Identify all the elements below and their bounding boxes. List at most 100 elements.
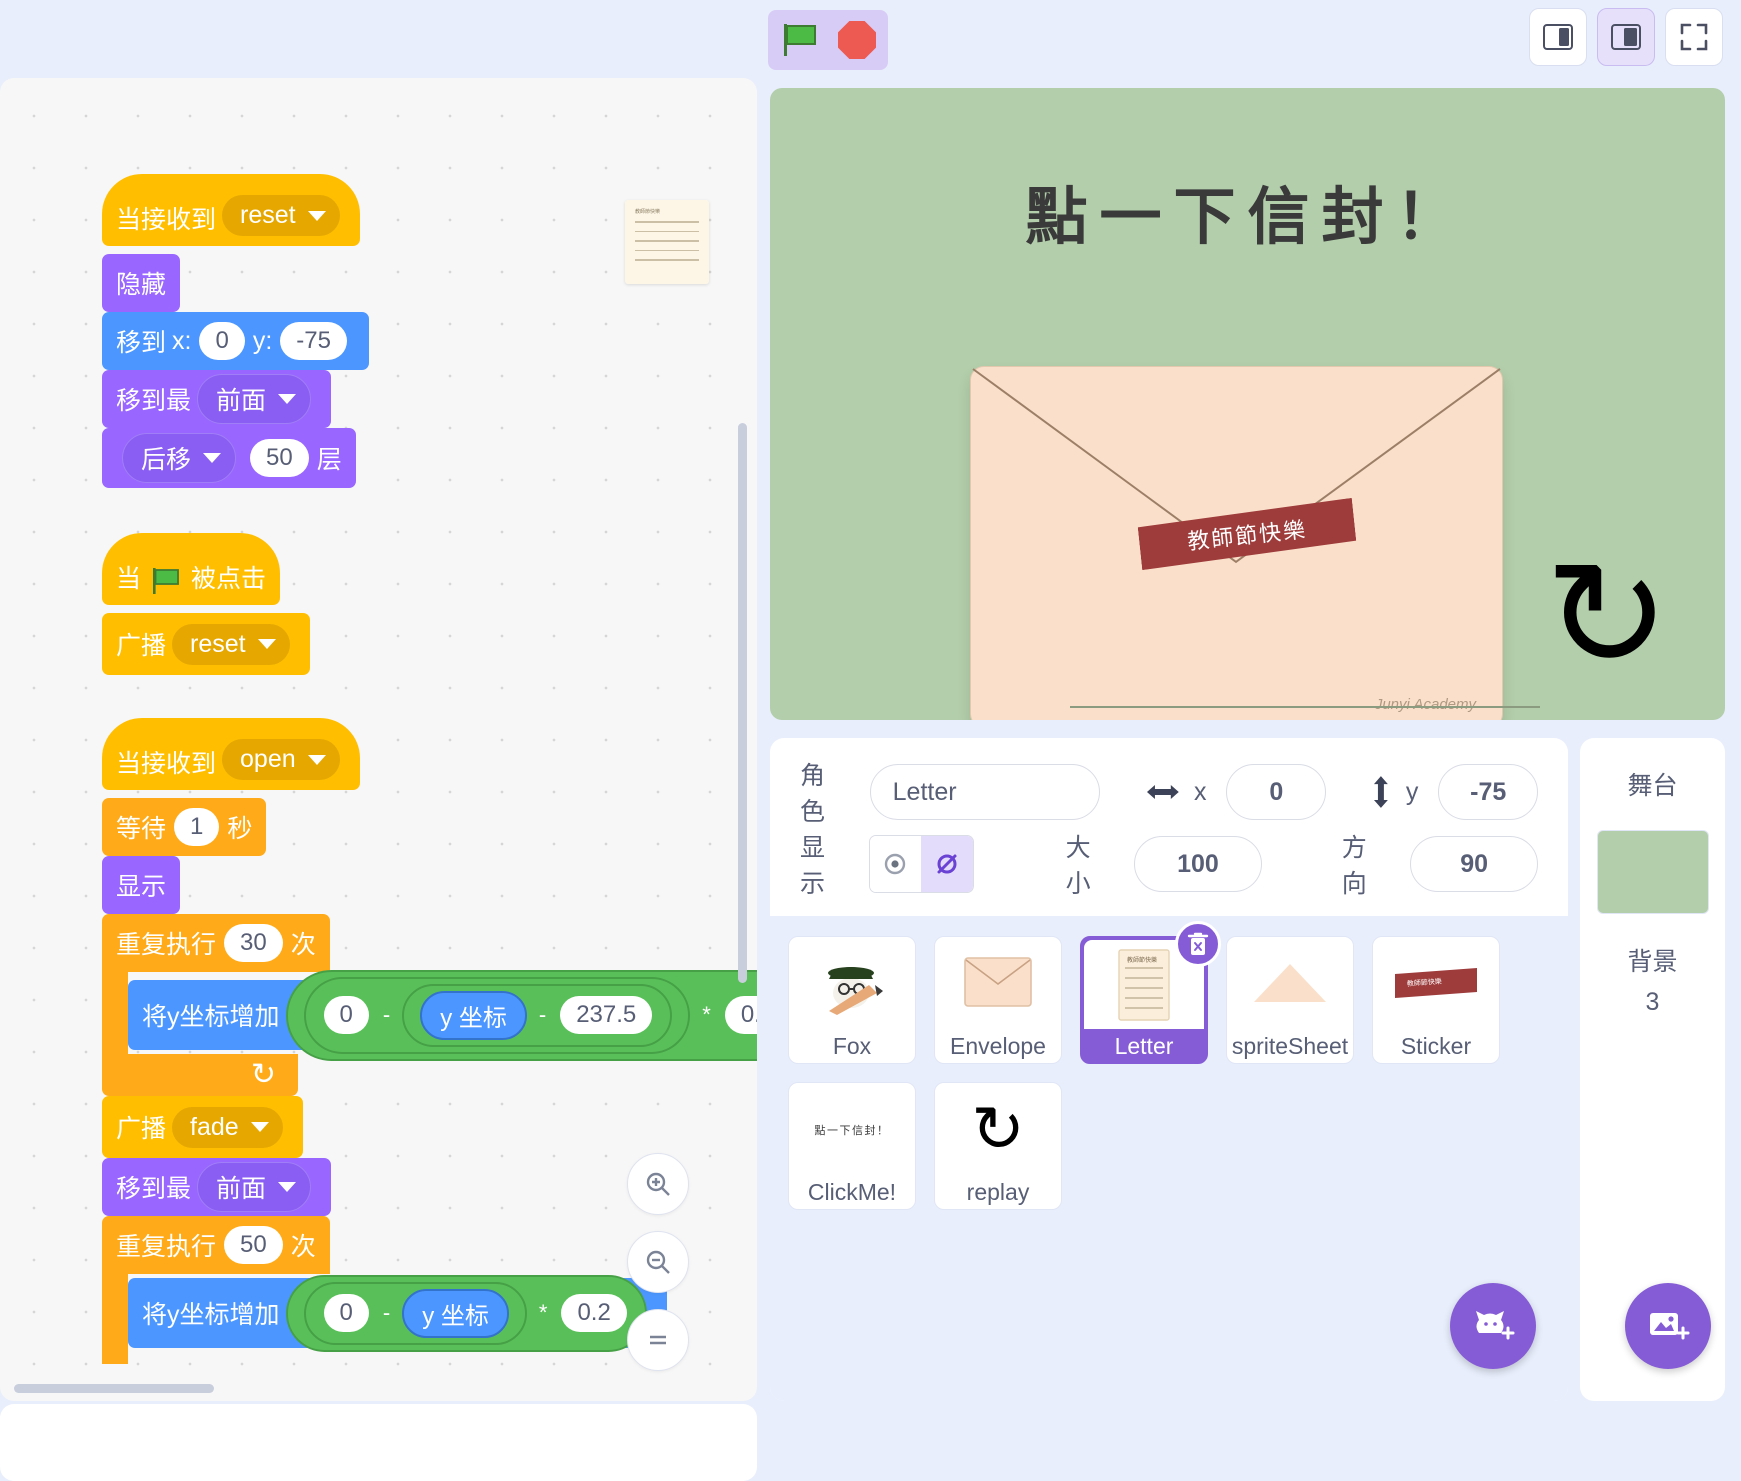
visibility-toggle-group (868, 835, 974, 893)
block-go-back-layers[interactable]: 后移 50 层 (102, 428, 356, 488)
variable-y-position-1[interactable]: y 坐标 (420, 990, 527, 1040)
sprite-visibility-label: 显示 (800, 834, 826, 898)
block-repeat-30[interactable]: 重复执行 30 次 (102, 914, 330, 972)
input-expr2-a[interactable]: 0 (323, 1294, 369, 1332)
input-expr1-c[interactable]: 0.2 (724, 996, 757, 1034)
input-repeat-count-30[interactable]: 30 (224, 924, 283, 962)
sprite-label: Letter (1114, 1032, 1174, 1059)
fox-sprite-icon (828, 967, 883, 1015)
add-backdrop-button[interactable] (1625, 1283, 1711, 1369)
block-go-to-xy[interactable]: 移到 x: 0 y: -75 (102, 312, 369, 370)
costume-preview-title: 教師節快樂 (635, 209, 661, 215)
sprite-y-input[interactable]: -75 (1438, 764, 1538, 820)
code-area-footer (0, 1404, 757, 1481)
stage-thumbnail[interactable] (1596, 830, 1709, 914)
sprite-x-input[interactable]: 0 (1226, 764, 1327, 820)
sprite-size-input[interactable]: 100 (1134, 836, 1262, 892)
block-go-to-front-layer[interactable]: 移到最 前面 (102, 370, 332, 428)
input-expr1-b[interactable]: 237.5 (560, 996, 653, 1034)
trash-icon (1187, 932, 1209, 955)
input-goto-x[interactable]: 0 (199, 322, 245, 360)
sprite-item-fox[interactable]: Fox (788, 936, 916, 1064)
layout-large-stage-button[interactable] (1597, 8, 1655, 66)
replay-icon[interactable]: ↻ (1544, 540, 1670, 690)
block-when-i-receive-open[interactable]: 当接收到 open (102, 718, 360, 790)
dropdown-value: 前面 (216, 387, 267, 415)
block-when-flag-clicked[interactable]: 当 被点击 (102, 533, 281, 605)
sprite-direction-input[interactable]: 90 (1410, 836, 1538, 892)
sprite-item-clickme[interactable]: 點一下信封！ ClickMe! (788, 1082, 916, 1210)
input-expr2-c[interactable]: 0.2 (561, 1294, 627, 1332)
code-vertical-scrollbar[interactable] (738, 423, 747, 983)
sprite-item-replay[interactable]: ↻ replay (934, 1082, 1062, 1210)
block-wait-seconds[interactable]: 等待 1 秒 (102, 798, 267, 856)
zoom-out-button[interactable] (627, 1231, 689, 1293)
zoom-reset-button[interactable] (627, 1309, 689, 1371)
layout-small-stage-button[interactable] (1529, 8, 1587, 66)
stage[interactable]: 點一下信封！ 教師節快樂 Junyi Academy ↻ (770, 88, 1725, 720)
input-repeat-count-50[interactable]: 50 (224, 1226, 283, 1264)
vertical-arrows-icon (1374, 776, 1388, 808)
stop-button[interactable] (834, 17, 880, 63)
show-sprite-button[interactable] (869, 836, 922, 892)
sprite-label: replay (966, 1178, 1030, 1205)
sprite-name-input[interactable]: Letter (869, 764, 1101, 820)
green-flag-button[interactable] (776, 16, 824, 64)
hide-sprite-button[interactable] (921, 836, 973, 892)
broadcast-dropdown-fade[interactable]: fade (172, 1106, 283, 1148)
block-label: 移到最 (116, 1175, 192, 1203)
repeat-30-foot: ↻ (102, 1054, 298, 1096)
input-expr1-a[interactable]: 0 (323, 996, 369, 1034)
sprite-item-envelope[interactable]: Envelope (934, 936, 1062, 1064)
envelope-sprite[interactable]: 教師節快樂 Junyi Academy (970, 366, 1503, 720)
variable-y-position-2[interactable]: y 坐标 (402, 1288, 509, 1338)
sprite-label: spriteSheet (1231, 1032, 1349, 1059)
eye-icon (885, 853, 906, 875)
input-wait-seconds[interactable]: 1 (174, 808, 220, 846)
fullscreen-button[interactable] (1665, 8, 1723, 66)
fullscreen-icon (1680, 23, 1708, 51)
block-label: 重复执行 (116, 931, 217, 959)
block-show[interactable]: 显示 (102, 856, 181, 914)
block-broadcast-reset[interactable]: 广播 reset (102, 613, 310, 675)
block-go-to-front-layer-2[interactable]: 移到最 前面 (102, 1158, 332, 1216)
operator-subtract-outer-1[interactable]: 0 - y 坐标 - 237.5 (303, 976, 691, 1054)
layer-dropdown-front-2[interactable]: 前面 (197, 1162, 312, 1212)
dropdown-value: 前面 (216, 1175, 267, 1203)
sprite-item-sticker[interactable]: 教師節快樂 Sticker (1372, 936, 1500, 1064)
svg-text:教師節快樂: 教師節快樂 (1127, 956, 1157, 964)
delete-sprite-button[interactable] (1175, 921, 1221, 967)
stage-panel-title: 舞台 (1627, 772, 1678, 800)
layer-direction-dropdown-back[interactable]: 后移 (122, 433, 237, 483)
block-change-y-by-expr2[interactable]: 将y坐标增加 0 - y 坐标 * 0.2 (128, 1274, 667, 1352)
block-change-y-by-expr1[interactable]: 将y坐标增加 0 - y 坐标 - 237.5 * 0.2 (128, 969, 757, 1061)
code-workspace[interactable]: 教師節快樂 当接收到 reset 隐藏 移到 x: 0 y: -75 移到最 前… (0, 78, 757, 1401)
dropdown-value: fade (190, 1112, 239, 1141)
zoom-in-icon (646, 1172, 670, 1196)
message-dropdown-reset[interactable]: reset (222, 195, 340, 236)
block-when-i-receive-reset[interactable]: 当接收到 reset (102, 174, 360, 246)
operator-multiply-outer-2[interactable]: 0 - y 坐标 * 0.2 (285, 1274, 647, 1352)
sprite-item-letter[interactable]: 教師節快樂 Letter (1080, 921, 1221, 1064)
zoom-in-button[interactable] (627, 1153, 689, 1215)
operator-multiply-outer-1[interactable]: 0 - y 坐标 - 237.5 * 0.2 (285, 969, 757, 1061)
add-sprite-button[interactable] (1450, 1283, 1536, 1369)
block-broadcast-fade[interactable]: 广播 fade (102, 1096, 303, 1158)
operator-subtract-outer-2[interactable]: 0 - y 坐标 (303, 1281, 527, 1345)
message-dropdown-open[interactable]: open (222, 739, 340, 780)
broadcast-dropdown-reset[interactable]: reset (172, 623, 290, 665)
layer-dropdown-front[interactable]: 前面 (197, 374, 312, 424)
code-horizontal-scrollbar[interactable] (14, 1384, 214, 1393)
block-repeat-50[interactable]: 重复执行 50 次 (102, 1216, 330, 1274)
block-hide[interactable]: 隐藏 (102, 254, 181, 312)
stage-divider-line (1070, 706, 1540, 708)
add-sprite-cat-icon (1476, 1311, 1515, 1340)
input-goto-y[interactable]: -75 (280, 322, 347, 360)
block-label: 将y坐标增加 (142, 1003, 280, 1031)
block-label: 移到最 (116, 387, 192, 415)
sprite-item-spritesheet[interactable]: spriteSheet (1226, 936, 1354, 1064)
input-layer-count[interactable]: 50 (250, 439, 309, 477)
loop-arrow-icon: ↻ (250, 1058, 276, 1091)
costume-preview-thumbnail: 教師節快樂 (625, 200, 709, 284)
operator-subtract-inner-1[interactable]: y 坐标 - 237.5 (402, 983, 673, 1047)
